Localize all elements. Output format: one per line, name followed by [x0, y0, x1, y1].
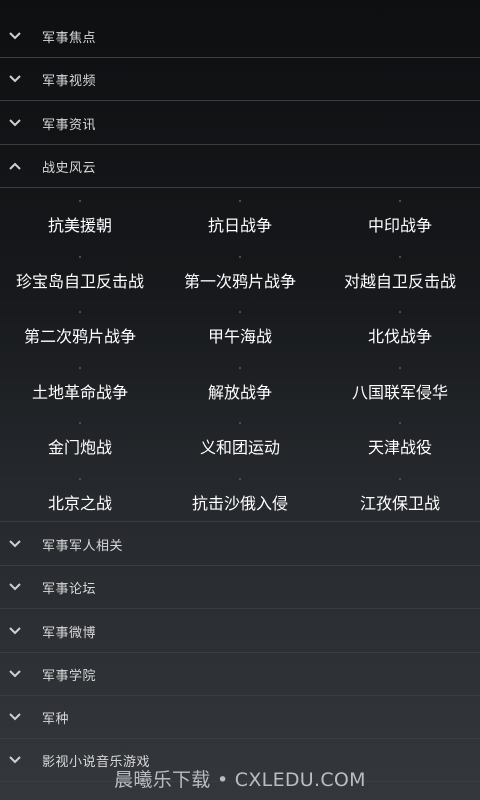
chevron-down-icon	[8, 667, 22, 681]
battle-label: 中印战争	[367, 216, 432, 235]
divider-dot	[79, 256, 81, 258]
app-screen: 军事焦点 军事视频 军事资讯 战史风云 抗美援朝 抗日战争 中印战争 珍宝岛自卫…	[0, 0, 480, 800]
divider-dot	[239, 256, 241, 258]
battle-label: 金门炮战	[47, 438, 112, 457]
battle-item[interactable]: 北京之战	[0, 478, 160, 514]
watermark-text: 晨曦乐下载 • CXLEDU.COM	[114, 769, 366, 791]
divider-dot	[399, 478, 401, 480]
divider-dot	[239, 422, 241, 424]
section-label: 军事论坛	[42, 581, 97, 597]
section-label: 军种	[42, 711, 70, 727]
divider-dot	[399, 311, 401, 313]
battle-label: 义和团运动	[199, 438, 280, 457]
divider-dot	[239, 367, 241, 369]
battle-item[interactable]: 中印战争	[320, 200, 480, 236]
section-label: 军事微博	[42, 625, 97, 641]
battle-label: 解放战争	[207, 383, 272, 402]
section-service-branches[interactable]: 军种	[0, 696, 480, 739]
divider-dot	[239, 200, 241, 202]
divider-dot	[399, 367, 401, 369]
battle-item[interactable]: 解放战争	[160, 367, 320, 403]
battle-label: 北京之战	[47, 494, 112, 513]
chevron-down-icon	[8, 29, 22, 43]
chevron-down-icon	[8, 72, 22, 86]
section-war-history[interactable]: 战史风云	[0, 145, 480, 188]
battle-label: 对越自卫反击战	[343, 272, 456, 291]
battle-item[interactable]: 义和团运动	[160, 422, 320, 458]
divider-dot	[239, 478, 241, 480]
chevron-down-icon	[8, 116, 22, 130]
section-label: 军事学院	[42, 668, 97, 684]
section-military-weibo[interactable]: 军事微博	[0, 610, 480, 653]
divider-dot	[79, 367, 81, 369]
section-label: 战史风云	[42, 160, 97, 176]
chevron-down-icon	[8, 624, 22, 638]
divider-dot	[79, 311, 81, 313]
battle-label: 江孜保卫战	[359, 494, 440, 513]
battle-item[interactable]: 八国联军侵华	[320, 367, 480, 403]
battle-label: 甲午海战	[207, 327, 272, 346]
battle-item[interactable]: 北伐战争	[320, 311, 480, 347]
war-history-grid: 抗美援朝 抗日战争 中印战争 珍宝岛自卫反击战 第一次鸦片战争 对越自卫反击战 …	[0, 190, 480, 522]
battle-item[interactable]: 珍宝岛自卫反击战	[0, 256, 160, 292]
battle-label: 第二次鸦片战争	[23, 327, 136, 346]
chevron-down-icon	[8, 580, 22, 594]
battle-label: 珍宝岛自卫反击战	[15, 272, 144, 291]
battle-label: 抗日战争	[207, 216, 272, 235]
section-label: 军事资讯	[42, 117, 97, 133]
battle-item[interactable]: 天津战役	[320, 422, 480, 458]
battle-label: 八国联军侵华	[351, 383, 448, 402]
battle-label: 抗美援朝	[47, 216, 112, 235]
section-military-news[interactable]: 军事资讯	[0, 102, 480, 145]
section-label: 军事焦点	[42, 30, 97, 46]
battle-item[interactable]: 第一次鸦片战争	[160, 256, 320, 292]
section-military-forum[interactable]: 军事论坛	[0, 566, 480, 609]
divider-dot	[239, 311, 241, 313]
battle-label: 天津战役	[367, 438, 432, 457]
battle-item[interactable]: 土地革命战争	[0, 367, 160, 403]
battle-item[interactable]: 抗美援朝	[0, 200, 160, 236]
section-label: 军事军人相关	[42, 538, 124, 554]
battle-item[interactable]: 抗日战争	[160, 200, 320, 236]
chevron-down-icon	[8, 710, 22, 724]
section-military-personnel[interactable]: 军事军人相关	[0, 523, 480, 566]
divider-dot	[79, 422, 81, 424]
chevron-down-icon	[8, 537, 22, 551]
divider-dot	[79, 200, 81, 202]
battle-item[interactable]: 金门炮战	[0, 422, 160, 458]
divider-dot	[399, 200, 401, 202]
battle-item[interactable]: 抗击沙俄入侵	[160, 478, 320, 514]
divider-dot	[399, 256, 401, 258]
battle-item[interactable]: 第二次鸦片战争	[0, 311, 160, 347]
section-military-video[interactable]: 军事视频	[0, 58, 480, 101]
section-label: 军事视频	[42, 73, 97, 89]
divider-dot	[79, 478, 81, 480]
section-military-academy[interactable]: 军事学院	[0, 653, 480, 696]
battle-item[interactable]: 对越自卫反击战	[320, 256, 480, 292]
battle-item[interactable]: 甲午海战	[160, 311, 320, 347]
section-military-focus[interactable]: 军事焦点	[0, 15, 480, 58]
battle-label: 土地革命战争	[31, 383, 128, 402]
battle-label: 第一次鸦片战争	[183, 272, 296, 291]
battle-label: 抗击沙俄入侵	[191, 494, 288, 513]
divider-dot	[399, 422, 401, 424]
battle-label: 北伐战争	[367, 327, 432, 346]
chevron-up-icon	[8, 159, 22, 173]
battle-item[interactable]: 江孜保卫战	[320, 478, 480, 514]
